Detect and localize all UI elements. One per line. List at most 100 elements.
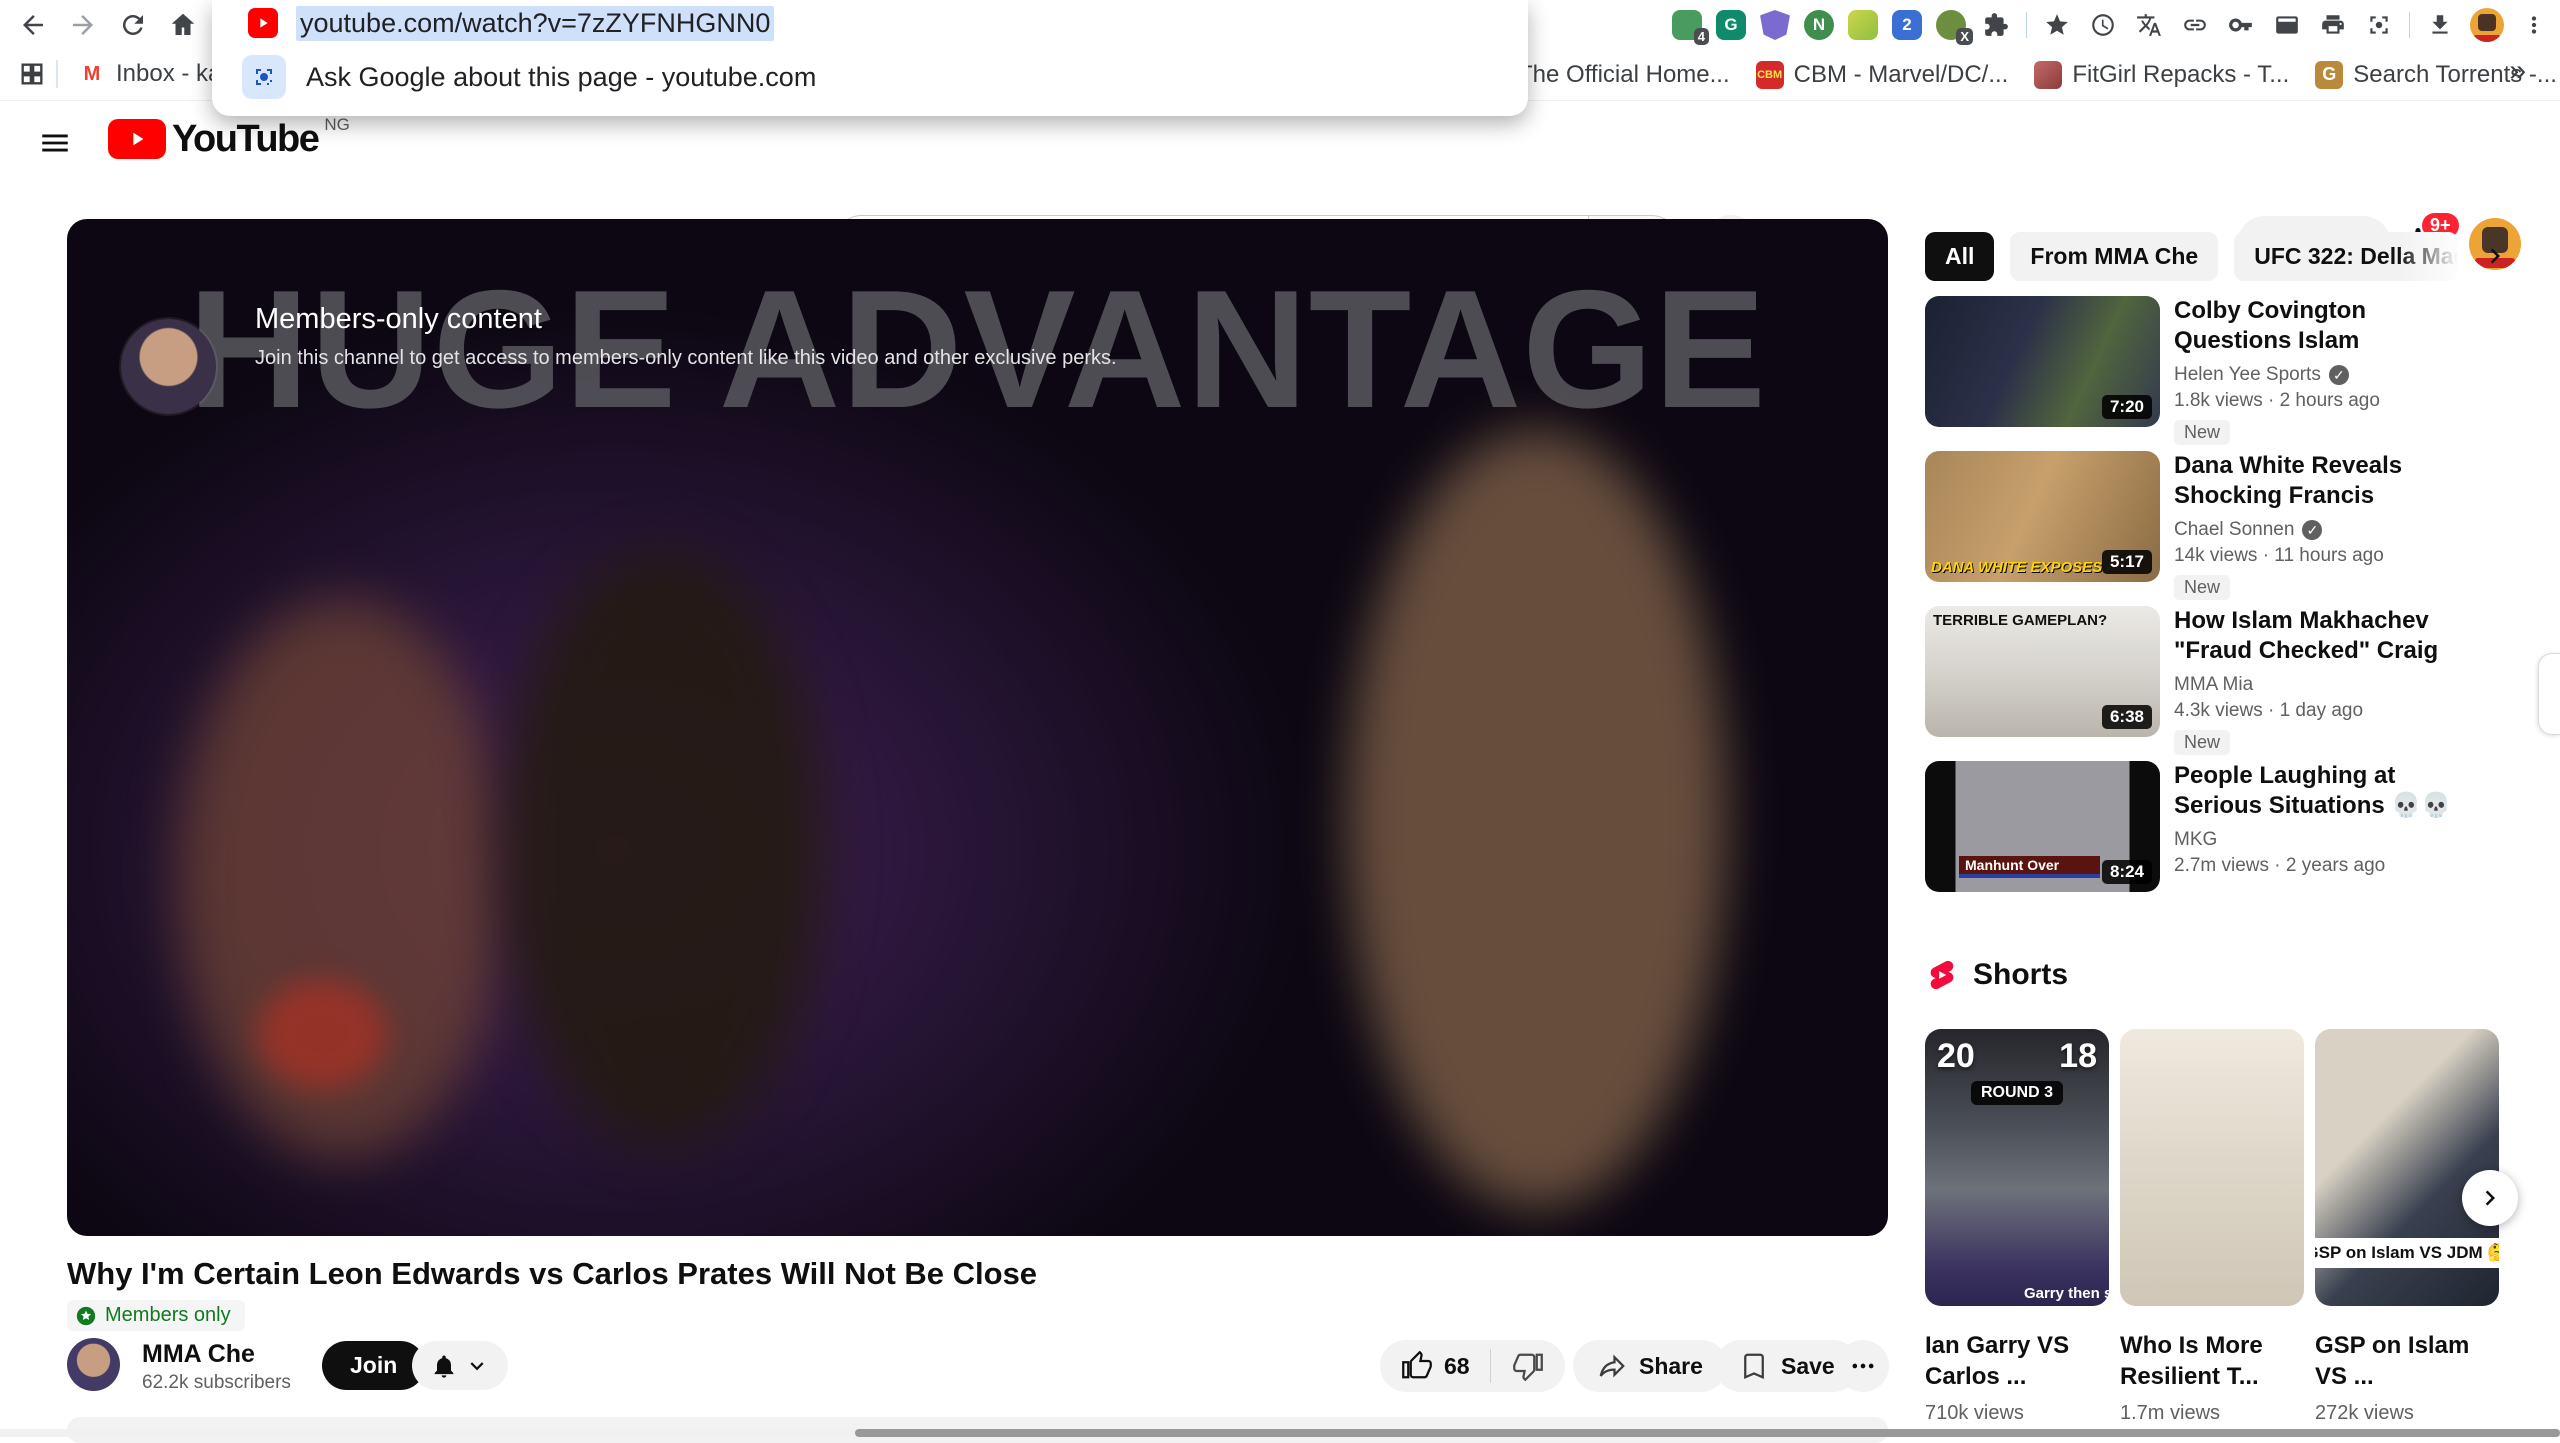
extensions-puzzle-icon[interactable]	[1980, 9, 2012, 41]
shorts-title[interactable]: Who Is More Resilient T...	[2120, 1330, 2304, 1392]
extension-icon-2[interactable]: G	[1716, 10, 1746, 40]
score-left: 20	[1937, 1037, 1975, 1076]
channel-name[interactable]: MMA Che	[142, 1340, 255, 1369]
members-only-subtitle: Join this channel to get access to membe…	[255, 347, 1117, 370]
globe-extension-icon[interactable]: X	[1936, 10, 1966, 40]
shorts-kebab-icon[interactable]	[2475, 1332, 2499, 1376]
chip-all[interactable]: All	[1925, 232, 1994, 281]
shield-extension-icon[interactable]	[1760, 10, 1790, 40]
toolbar-divider	[2409, 12, 2410, 38]
video-kebab-icon[interactable]	[2486, 453, 2510, 497]
downloads-icon[interactable]	[2424, 9, 2456, 41]
verified-icon	[2302, 520, 2322, 540]
shorts-card-3[interactable]: GSP on Islam VS JDM 🤔	[2315, 1029, 2499, 1306]
video-kebab-icon[interactable]	[2486, 763, 2510, 807]
scrollbar-thumb[interactable]	[855, 1429, 2560, 1437]
save-label: Save	[1781, 1353, 1835, 1380]
bookmark-fitgirl[interactable]: FitGirl Repacks - T...	[2024, 55, 2299, 95]
video-meta: Dana White Reveals Shocking Francis Ngan…	[2174, 451, 2510, 582]
side-panel-handle[interactable]	[2538, 653, 2560, 735]
join-button[interactable]: Join	[322, 1341, 425, 1390]
omnibox-url-row[interactable]: youtube.com/watch?v=7zZYFNHGNN0	[212, 0, 1528, 46]
video-thumbnail[interactable]: DANA WHITE EXPOSES FRANCIS ! 5:17	[1925, 451, 2160, 582]
video-thumbnail[interactable]: TERRIBLE GAMEPLAN? 6:38	[1925, 606, 2160, 737]
shorts-card-2[interactable]	[2120, 1029, 2304, 1306]
shorts-kebab-icon[interactable]	[2280, 1332, 2304, 1376]
suggested-video-row[interactable]: 7:20 Colby Covington Questions Islam Mak…	[1925, 296, 2510, 427]
chips-next-chevron-icon[interactable]	[2480, 241, 2510, 271]
screenshot-lens-icon[interactable]	[2363, 9, 2395, 41]
shorts-title[interactable]: GSP on Islam VS ...	[2315, 1330, 2499, 1392]
video-player[interactable]: HUGE ADVANTAGE Members-only content Join…	[67, 219, 1888, 1236]
reload-icon[interactable]	[114, 6, 152, 44]
suggested-video-title[interactable]: How Islam Makhachev "Fraud Checked" Crai…	[2174, 606, 2510, 666]
member-star-icon	[75, 1305, 97, 1327]
sparkle-extension-icon[interactable]	[1848, 10, 1878, 40]
payment-card-icon[interactable]	[2271, 9, 2303, 41]
shorts-kebab-icon[interactable]	[2085, 1332, 2109, 1376]
video-thumbnail[interactable]: 7:20	[1925, 296, 2160, 427]
more-actions-kebab-icon[interactable]	[1837, 1340, 1889, 1392]
duration-badge: 7:20	[2102, 395, 2152, 419]
suggested-video-title[interactable]: Colby Covington Questions Islam Makhache…	[2174, 296, 2510, 356]
forward-icon[interactable]	[64, 6, 102, 44]
extension-icon-6[interactable]: 2	[1892, 10, 1922, 40]
video-kebab-icon[interactable]	[2486, 608, 2510, 652]
history-clock-icon[interactable]	[2087, 9, 2119, 41]
youtube-logo[interactable]: YouTube NG	[108, 119, 350, 159]
country-code: NG	[324, 115, 350, 135]
video-kebab-icon[interactable]	[2486, 298, 2510, 342]
suggested-video-row[interactable]: DANA WHITE EXPOSES FRANCIS ! 5:17 Dana W…	[1925, 451, 2510, 582]
chip-ufc-322[interactable]: UFC 322: Della Maddalena	[2234, 232, 2458, 281]
video-meta: People Laughing at Serious Situations 💀💀…	[2174, 761, 2510, 892]
omnibox-suggestion-row[interactable]: Ask Google about this page - youtube.com	[212, 48, 1528, 106]
print-icon[interactable]	[2317, 9, 2349, 41]
related-sidebar: All From MMA Che UFC 322: Della Maddalen…	[1925, 231, 2510, 281]
thumbnail-caption: DANA WHITE EXPOSES FRANCIS !	[1931, 559, 2108, 576]
browser-profile-avatar[interactable]	[2470, 8, 2504, 42]
suggested-channel: MMA Mia	[2174, 674, 2510, 696]
like-button[interactable]: 68	[1380, 1340, 1490, 1392]
fitgirl-icon	[2034, 61, 2062, 89]
shorts-meta-col: GSP on Islam VS ... 272k views	[2315, 1330, 2499, 1425]
bookmark-star-icon[interactable]	[2041, 9, 2073, 41]
guide-hamburger-icon[interactable]	[38, 123, 78, 163]
chip-from-channel[interactable]: From MMA Che	[2010, 232, 2218, 281]
suggested-video-title[interactable]: People Laughing at Serious Situations 💀💀	[2174, 761, 2510, 821]
channel-avatar[interactable]	[67, 1338, 120, 1391]
extension-icon-4[interactable]: N	[1804, 10, 1834, 40]
dislike-button[interactable]	[1491, 1340, 1565, 1392]
extension-icon-1[interactable]: 4	[1672, 10, 1702, 40]
passwords-key-icon[interactable]	[2225, 9, 2257, 41]
back-icon[interactable]	[14, 6, 52, 44]
shorts-meta-col: Who Is More Resilient T... 1.7m views	[2120, 1330, 2304, 1425]
bookmark-official-home[interactable]: The Official Home...	[1508, 55, 1740, 95]
horizontal-scrollbar[interactable]	[0, 1429, 2560, 1437]
video-thumbnail[interactable]: Manhunt Over 8:24	[1925, 761, 2160, 892]
bookmark-label: CBM - Marvel/DC/...	[1794, 61, 2009, 89]
bell-icon	[430, 1352, 458, 1380]
suggested-video-row[interactable]: Manhunt Over 8:24 People Laughing at Ser…	[1925, 761, 2510, 892]
score-right: 18	[2059, 1037, 2097, 1076]
browser-menu-kebab-icon[interactable]	[2518, 9, 2550, 41]
subscribed-bell-button[interactable]	[412, 1341, 508, 1390]
shorts-card-1[interactable]: 20 18 ROUND 3 Garry then successfully	[1925, 1029, 2109, 1306]
translate-icon[interactable]	[2133, 9, 2165, 41]
link-icon[interactable]	[2179, 9, 2211, 41]
bookmarks-overflow-chevron[interactable]: »	[2509, 54, 2526, 88]
new-badge: New	[2174, 730, 2230, 755]
suggested-video-row[interactable]: TERRIBLE GAMEPLAN? 6:38 How Islam Makhac…	[1925, 606, 2510, 737]
suggested-video-title[interactable]: Dana White Reveals Shocking Francis Ngan…	[2174, 451, 2510, 511]
duration-badge: 5:17	[2102, 550, 2152, 574]
shorts-next-arrow[interactable]	[2462, 1170, 2518, 1226]
chevron-down-icon	[464, 1353, 490, 1379]
bookmark-cbm[interactable]: CBM CBM - Marvel/DC/...	[1746, 55, 2019, 95]
shorts-logo-icon	[1925, 956, 1959, 994]
video-meta: Colby Covington Questions Islam Makhache…	[2174, 296, 2510, 427]
shorts-title[interactable]: Ian Garry VS Carlos ...	[1925, 1330, 2109, 1392]
apps-grid-icon[interactable]	[18, 60, 46, 88]
share-button[interactable]: Share	[1573, 1340, 1727, 1392]
omnibox-dropdown: youtube.com/watch?v=7zZYFNHGNN0 Ask Goog…	[212, 0, 1528, 116]
address-url-text[interactable]: youtube.com/watch?v=7zZYFNHGNN0	[296, 6, 774, 41]
home-icon[interactable]	[164, 6, 202, 44]
